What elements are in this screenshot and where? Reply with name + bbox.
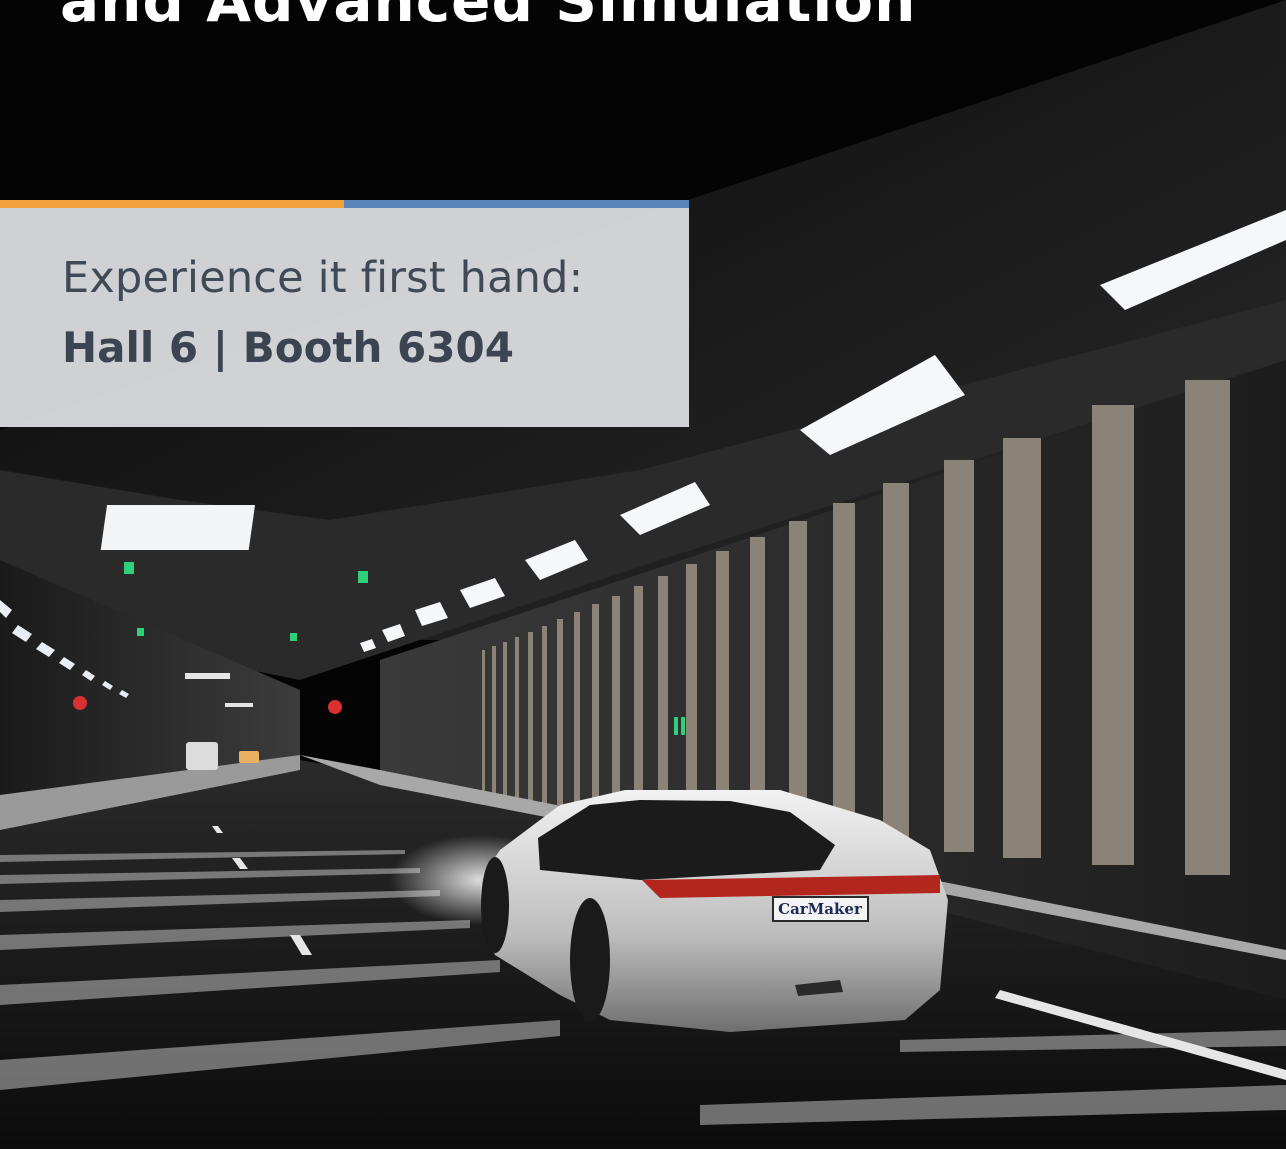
license-plate-text: CarMaker [778,900,863,918]
accent-bar-orange [0,200,344,208]
accent-bar-blue [344,200,689,208]
ceiling-panel [100,505,256,550]
info-card: Experience it first hand: Hall 6 | Booth… [0,200,689,427]
booth-location: Hall 6 | Booth 6304 [62,323,514,372]
tunnel-scene: CarMaker [0,0,1286,1149]
info-tagline: Experience it first hand: [62,253,584,303]
headline: and Advanced Simulation [60,0,917,35]
